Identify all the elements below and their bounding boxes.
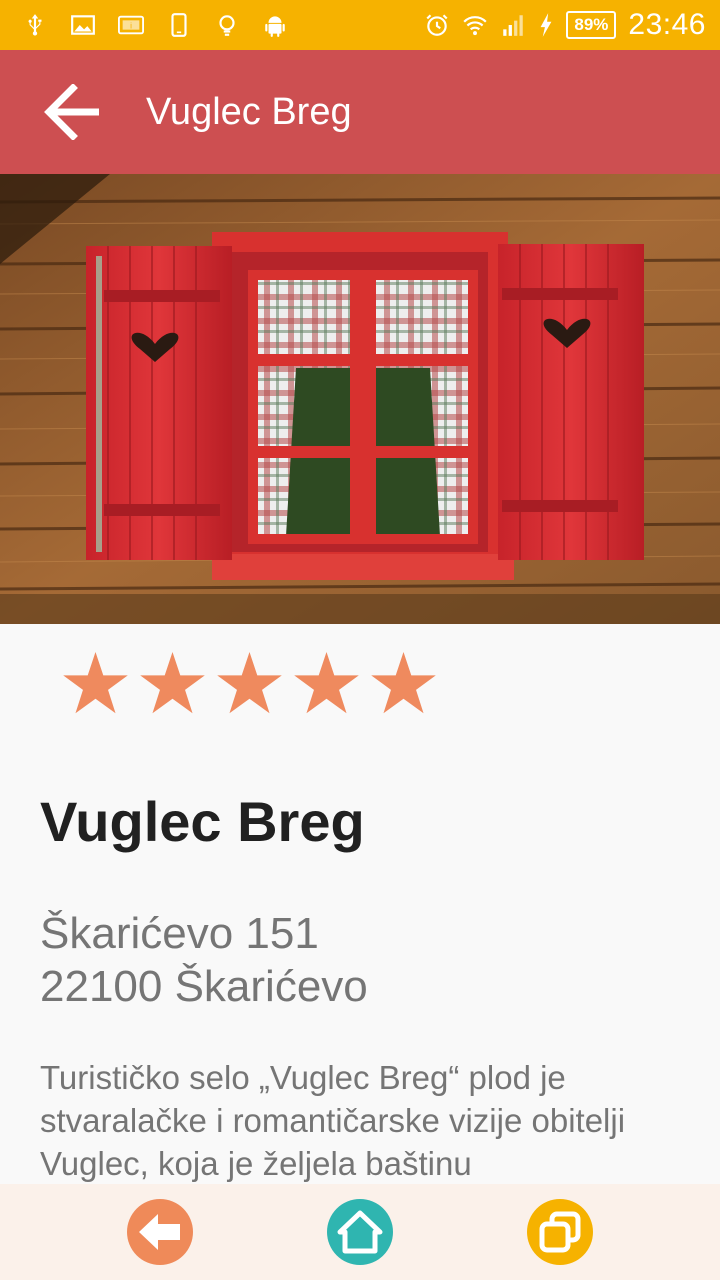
android-icon — [262, 12, 288, 38]
nav-back-button[interactable] — [127, 1199, 193, 1265]
lightbulb-icon — [214, 12, 240, 38]
star-icon[interactable] — [139, 652, 206, 716]
status-left: i — [0, 12, 288, 38]
phone-icon — [166, 12, 192, 38]
place-name: Vuglec Breg — [40, 790, 365, 853]
windows-icon — [539, 1211, 581, 1253]
signal-icon — [500, 12, 526, 38]
bottom-nav — [0, 1184, 720, 1280]
nav-windows-button[interactable] — [527, 1199, 593, 1265]
description-text: Turističko selo „Vuglec Breg“ plod je st… — [40, 1059, 626, 1182]
address-line-2: 22100 Škarićevo — [40, 962, 368, 1011]
status-time: 23:46 — [628, 8, 706, 41]
screen: i 89% 23:46 Vuglec Breg Vuglec Breg Škar… — [0, 0, 720, 1280]
star-icon[interactable] — [216, 652, 283, 716]
page-title: Vuglec Breg — [146, 90, 352, 133]
battery-indicator: 89% — [566, 11, 617, 39]
rating-stars — [62, 652, 437, 716]
info-card-icon: i — [118, 12, 144, 38]
app-bar: Vuglec Breg — [0, 50, 720, 174]
star-icon[interactable] — [62, 652, 129, 716]
address: Škarićevo 151 22100 Škarićevo — [40, 907, 368, 1013]
status-right: 89% 23:46 — [424, 8, 720, 42]
content-area: Vuglec Breg Škarićevo 151 22100 Škarićev… — [0, 624, 720, 1184]
back-button[interactable] — [28, 67, 118, 157]
wifi-icon — [462, 12, 488, 38]
svg-text:i: i — [130, 21, 132, 31]
home-icon — [337, 1210, 383, 1254]
address-line-1: Škarićevo 151 — [40, 909, 319, 958]
usb-icon — [22, 12, 48, 38]
nav-home-button[interactable] — [327, 1199, 393, 1265]
star-icon[interactable] — [370, 652, 437, 716]
arrow-left-icon — [44, 84, 99, 140]
image-icon — [70, 12, 96, 38]
arrow-back-icon — [139, 1214, 180, 1250]
status-bar: i 89% 23:46 — [0, 0, 720, 50]
star-icon[interactable] — [293, 652, 360, 716]
charging-icon — [538, 12, 554, 38]
alarm-icon — [424, 12, 450, 38]
hero-image — [0, 174, 720, 624]
